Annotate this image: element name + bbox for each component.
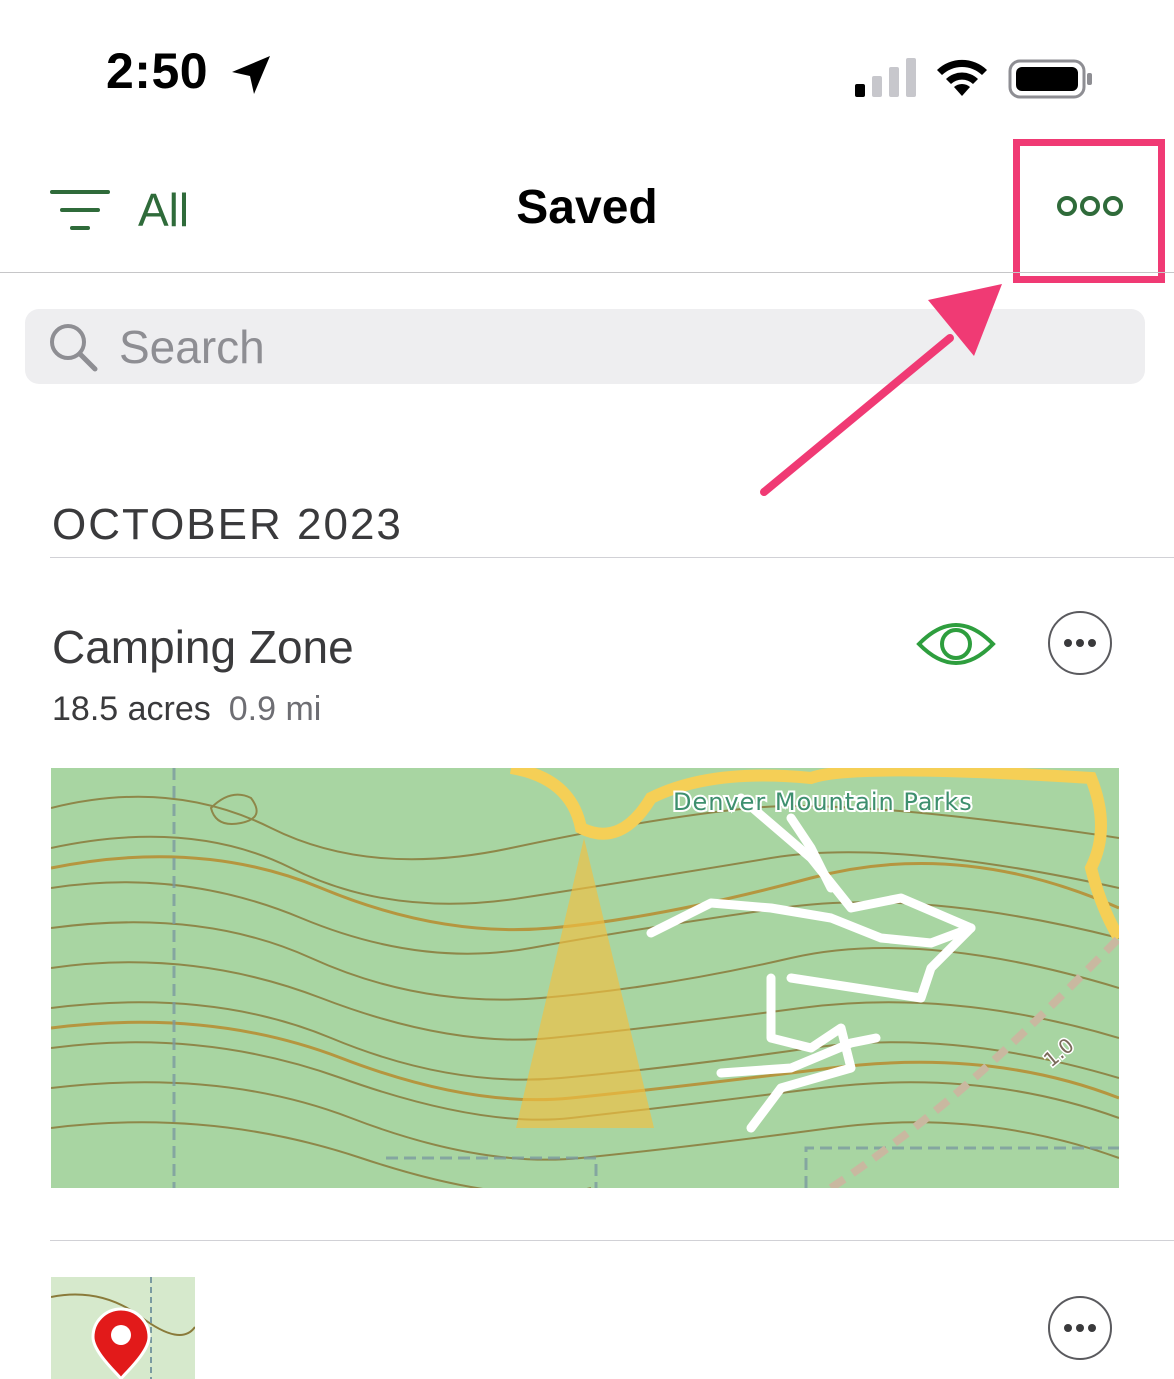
item-meta: 18.5 acres 0.9 mi <box>52 690 321 729</box>
visibility-eye-icon[interactable] <box>915 612 997 676</box>
map-pin-thumbnail[interactable] <box>51 1277 195 1379</box>
location-arrow-icon <box>232 56 270 94</box>
wifi-icon <box>937 59 987 96</box>
more-dots-icon <box>1064 1324 1096 1332</box>
cellular-signal-icon <box>855 58 916 97</box>
search-icon <box>50 323 98 371</box>
map-thumbnail[interactable]: Denver Mountain Parks 1.0 <box>51 768 1119 1188</box>
annotation-arrow <box>760 284 1002 496</box>
section-header: OCTOBER 2023 <box>52 500 403 549</box>
annotation-highlight-box <box>1013 139 1165 283</box>
item-more-button[interactable] <box>1048 611 1112 675</box>
page-title: Saved <box>516 181 658 234</box>
section-divider <box>50 557 1174 558</box>
item-distance: 0.9 mi <box>228 690 322 728</box>
map-label: Denver Mountain Parks <box>673 788 973 816</box>
item-more-button[interactable] <box>1048 1296 1112 1360</box>
topo-map: Denver Mountain Parks 1.0 <box>51 768 1119 1188</box>
item-title[interactable]: Camping Zone <box>52 620 354 674</box>
item-area: 18.5 acres <box>52 690 211 728</box>
status-time: 2:50 <box>106 43 209 99</box>
battery-icon <box>1008 59 1092 99</box>
more-dots-icon <box>1064 639 1096 647</box>
item-divider <box>50 1240 1174 1241</box>
